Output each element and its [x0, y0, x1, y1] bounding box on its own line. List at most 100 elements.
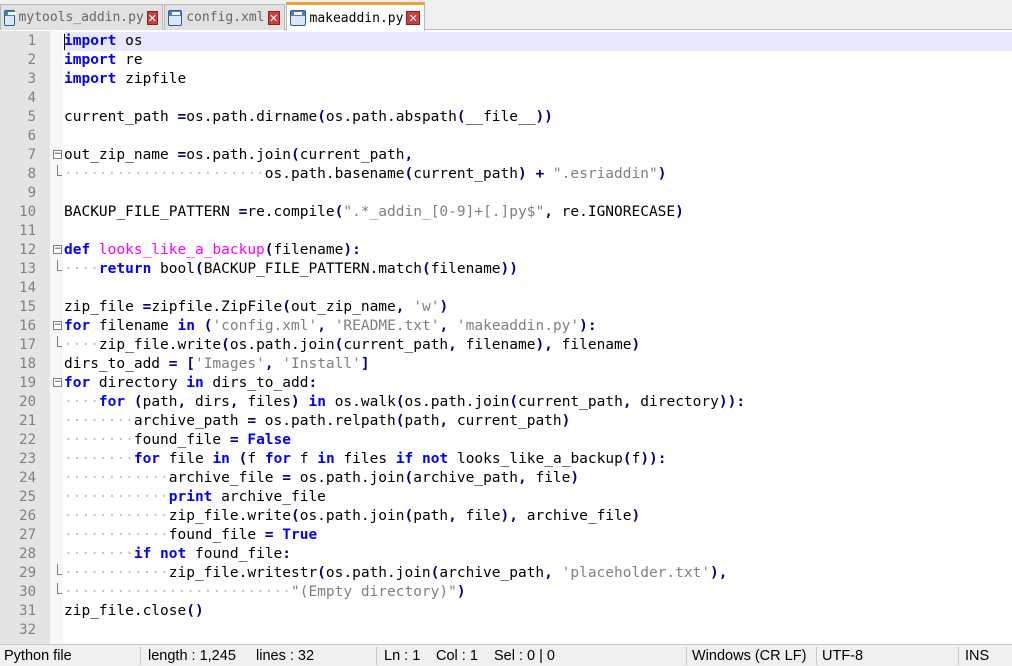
code-text[interactable]: ····return bool(BACKUP_FILE_PATTERN.matc… [64, 260, 1012, 279]
status-eol[interactable]: Windows (CR LF) [688, 645, 806, 666]
code-text[interactable]: ··························"(Empty direct… [64, 583, 1012, 602]
code-text[interactable]: ············found_file = True [64, 526, 1012, 545]
code-text[interactable]: ········archive_path = os.path.relpath(p… [64, 412, 1012, 431]
code-text[interactable] [64, 127, 1012, 146]
code-text[interactable]: ····for (path, dirs, files) in os.walk(o… [64, 393, 1012, 412]
code-text[interactable]: ············zip_file.writestr(os.path.jo… [64, 564, 1012, 583]
line-number: 12 [19, 242, 36, 258]
code-line[interactable]: 32 [0, 621, 1012, 640]
code-text[interactable]: dirs_to_add = ['Images', 'Install'] [64, 355, 1012, 374]
code-line[interactable]: 10 BACKUP_FILE_PATTERN =re.compile(".*_ad… [0, 203, 1012, 222]
fold-toggle-icon[interactable]: − [53, 321, 62, 330]
save-disk-icon [168, 9, 183, 26]
code-line[interactable]: 17 ····zip_file.write(os.path.join(curren… [0, 336, 1012, 355]
code-text[interactable]: zip_file =zipfile.ZipFile(out_zip_name, … [64, 298, 1012, 317]
code-text[interactable]: import os [64, 32, 1012, 51]
code-text[interactable] [64, 621, 1012, 640]
code-text[interactable] [64, 222, 1012, 241]
tab-config-xml[interactable]: config.xml ✕ [164, 4, 285, 30]
code-line[interactable]: 4 [0, 89, 1012, 108]
tab-makeaddin[interactable]: makeaddin.py ✕ [286, 2, 425, 31]
status-col: Col : 1 [436, 648, 478, 664]
code-text[interactable]: for directory in dirs_to_add: [64, 374, 1012, 393]
close-icon[interactable]: ✕ [146, 10, 158, 25]
code-text[interactable]: out_zip_name =os.path.join(current_path, [64, 146, 1012, 165]
status-divider [816, 647, 817, 665]
tab-label: makeaddin.py [309, 10, 404, 26]
code-line[interactable]: 29 ············zip_file.writestr(os.path.… [0, 564, 1012, 583]
code-line[interactable]: 27 ············found_file = True [0, 526, 1012, 545]
line-number: 31 [19, 603, 36, 619]
code-line[interactable]: 7 − out_zip_name =os.path.join(current_pat… [0, 146, 1012, 165]
close-icon[interactable]: ✕ [406, 11, 420, 25]
code-text[interactable]: ····zip_file.write(os.path.join(current_… [64, 336, 1012, 355]
line-number: 14 [19, 280, 36, 296]
code-line[interactable]: 3 import zipfile [0, 70, 1012, 89]
code-text[interactable] [64, 184, 1012, 203]
code-line[interactable]: 20 ····for (path, dirs, files) in os.walk… [0, 393, 1012, 412]
tab-bar: mytools_addin.py ✕ config.xml ✕ makeaddi… [0, 0, 1012, 31]
code-line[interactable]: 8 ·······················os.path.basename… [0, 165, 1012, 184]
code-line[interactable]: 15 zip_file =zipfile.ZipFile(out_zip_name… [0, 298, 1012, 317]
code-line[interactable]: 9 [0, 184, 1012, 203]
code-line[interactable]: 26 ············zip_file.write(os.path.joi… [0, 507, 1012, 526]
code-text[interactable] [64, 89, 1012, 108]
code-text[interactable]: BACKUP_FILE_PATTERN =re.compile(".*_addi… [64, 203, 1012, 222]
line-number: 18 [19, 356, 36, 372]
code-text[interactable]: for filename in ('config.xml', 'README.t… [64, 317, 1012, 336]
fold-toggle-icon[interactable]: − [53, 150, 62, 159]
code-line[interactable]: 21 ········archive_path = os.path.relpath… [0, 412, 1012, 431]
fold-end-marker [57, 260, 62, 271]
code-text[interactable]: def looks_like_a_backup(filename): [64, 241, 1012, 260]
line-number: 15 [19, 299, 36, 315]
status-encoding[interactable]: UTF-8 [818, 645, 863, 666]
line-number: 32 [19, 622, 36, 638]
code-text[interactable]: ········found_file = False [64, 431, 1012, 450]
line-number: 20 [19, 394, 36, 410]
line-number: 21 [19, 413, 36, 429]
close-icon[interactable]: ✕ [267, 10, 280, 25]
code-line[interactable]: 22 ········found_file = False [0, 431, 1012, 450]
line-number: 4 [27, 90, 36, 106]
code-line[interactable]: 6 [0, 127, 1012, 146]
code-text[interactable] [64, 279, 1012, 298]
code-text[interactable]: ············archive_file = os.path.join(… [64, 469, 1012, 488]
code-line[interactable]: 23 ········for file in (f for f in files … [0, 450, 1012, 469]
code-line[interactable]: 30 ··························"(Empty dire… [0, 583, 1012, 602]
code-line[interactable]: 5 current_path =os.path.dirname(os.path.a… [0, 108, 1012, 127]
code-editor[interactable]: 1 import os 2 import re 3 import zipfile 4 5 cur… [0, 31, 1012, 644]
code-line[interactable]: 28 ········if not found_file: [0, 545, 1012, 564]
code-line[interactable]: 11 [0, 222, 1012, 241]
line-number: 29 [19, 565, 36, 581]
code-line[interactable]: 12 − def looks_like_a_backup(filename): [0, 241, 1012, 260]
code-text[interactable]: ········for file in (f for f in files if… [64, 450, 1012, 469]
code-text[interactable]: ············zip_file.write(os.path.join(… [64, 507, 1012, 526]
status-lines: lines : 32 [256, 648, 315, 664]
tab-mytools-addin[interactable]: mytools_addin.py ✕ [0, 4, 163, 30]
code-line[interactable]: 24 ············archive_file = os.path.joi… [0, 469, 1012, 488]
code-text[interactable]: ········if not found_file: [64, 545, 1012, 564]
code-line[interactable]: 16 − for filename in ('config.xml', 'READM… [0, 317, 1012, 336]
code-line[interactable]: 1 import os [0, 32, 1012, 51]
line-number: 30 [19, 584, 36, 600]
code-text[interactable]: ·······················os.path.basename(… [64, 165, 1012, 184]
code-line[interactable]: 13 ····return bool(BACKUP_FILE_PATTERN.ma… [0, 260, 1012, 279]
status-divider [376, 647, 377, 665]
code-line[interactable]: 31 zip_file.close() [0, 602, 1012, 621]
code-line[interactable]: 2 import re [0, 51, 1012, 70]
code-text[interactable]: ············print archive_file [64, 488, 1012, 507]
code-line[interactable]: 14 [0, 279, 1012, 298]
fold-toggle-icon[interactable]: − [53, 378, 62, 387]
line-number: 10 [19, 204, 36, 220]
line-number: 25 [19, 489, 36, 505]
fold-toggle-icon[interactable]: − [53, 245, 62, 254]
status-ln: Ln : 1 [384, 648, 421, 664]
status-divider [140, 647, 141, 665]
code-line[interactable]: 19 − for directory in dirs_to_add: [0, 374, 1012, 393]
code-text[interactable]: zip_file.close() [64, 602, 1012, 621]
code-text[interactable]: current_path =os.path.dirname(os.path.ab… [64, 108, 1012, 127]
code-line[interactable]: 25 ············print archive_file [0, 488, 1012, 507]
code-text[interactable]: import re [64, 51, 1012, 70]
code-line[interactable]: 18 dirs_to_add = ['Images', 'Install'] [0, 355, 1012, 374]
code-text[interactable]: import zipfile [64, 70, 1012, 89]
